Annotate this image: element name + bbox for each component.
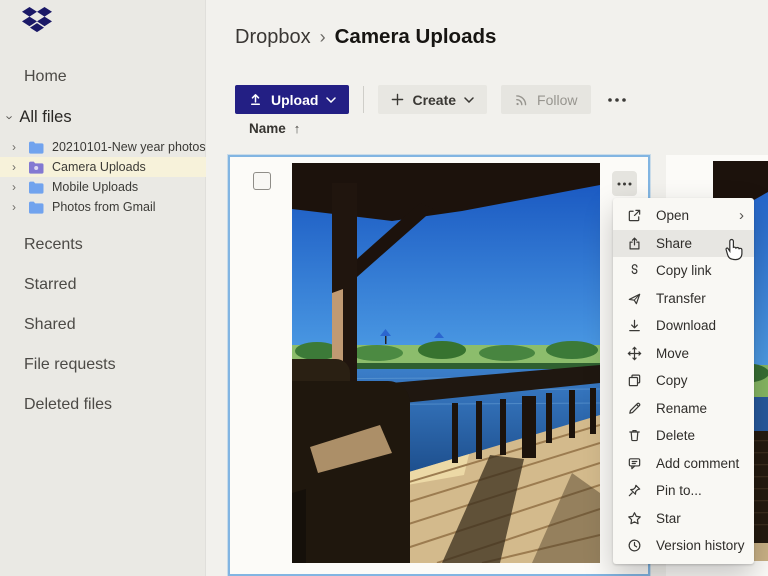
menu-item-copy-link[interactable]: Copy link	[613, 257, 754, 285]
menu-item-move[interactable]: Move	[613, 340, 754, 368]
photo-thumbnail-lake-deck[interactable]	[292, 163, 600, 563]
move-icon	[627, 345, 643, 361]
star-icon	[627, 510, 643, 526]
all-files-label: All files	[19, 108, 72, 126]
upload-icon	[248, 92, 263, 107]
chevron-down-icon	[326, 96, 337, 103]
main-content: Dropbox › Camera Uploads Upload Create F…	[206, 0, 768, 576]
pin-icon	[627, 483, 643, 499]
chevron-right-icon: ›	[12, 140, 16, 154]
chevron-right-icon: ›	[12, 200, 16, 214]
sidebar-item-all-files[interactable]: › All files	[3, 108, 72, 127]
sidebar-item-deleted-files[interactable]: Deleted files	[24, 396, 112, 414]
folder-label: Mobile Uploads	[52, 180, 139, 194]
tile-more-button[interactable]	[612, 171, 637, 196]
open-icon	[627, 208, 643, 224]
dropbox-logo-icon[interactable]	[22, 7, 52, 33]
breadcrumb-root[interactable]: Dropbox	[235, 26, 311, 49]
folder-icon	[28, 181, 44, 194]
menu-item-open[interactable]: Open ›	[613, 202, 754, 230]
upload-button[interactable]: Upload	[235, 85, 350, 114]
download-icon	[627, 318, 643, 334]
folder-label: 20210101-New year photos	[52, 140, 206, 154]
plus-icon	[391, 93, 404, 106]
sidebar-folder-camera-uploads[interactable]: › Camera Uploads	[0, 157, 206, 177]
toolbar: Upload Create Follow	[235, 85, 631, 114]
toolbar-divider	[363, 86, 365, 113]
menu-item-pin-to[interactable]: Pin to...	[613, 477, 754, 505]
folder-icon	[28, 141, 44, 154]
menu-item-add-comment[interactable]: Add comment	[613, 450, 754, 478]
menu-item-download[interactable]: Download	[613, 312, 754, 340]
chevron-down-icon: ›	[2, 115, 18, 120]
dropbox-files-page: { "icons": { "chevron_right": "›", "chev…	[0, 0, 768, 576]
upload-label: Upload	[271, 91, 319, 108]
menu-item-version-history[interactable]: Version history	[613, 532, 754, 560]
sidebar-folder-photos-from-gmail[interactable]: › Photos from Gmail	[0, 197, 206, 217]
follow-label: Follow	[537, 91, 578, 108]
share-icon	[627, 235, 643, 251]
copy-icon	[627, 373, 643, 389]
more-icon	[617, 182, 632, 185]
menu-item-delete[interactable]: Delete	[613, 422, 754, 450]
context-menu: Open › Share Copy link Transfer Download…	[613, 198, 754, 564]
sidebar: Home › All files › 20210101-New year pho…	[0, 0, 206, 576]
menu-item-share[interactable]: Share	[613, 229, 754, 257]
sidebar-item-home[interactable]: Home	[24, 68, 67, 86]
create-label: Create	[412, 91, 457, 108]
folder-label: Photos from Gmail	[52, 200, 156, 214]
breadcrumb: Dropbox › Camera Uploads	[235, 25, 496, 49]
menu-item-copy[interactable]: Copy	[613, 367, 754, 395]
sidebar-folder-new-year-photos[interactable]: › 20210101-New year photos	[0, 137, 206, 157]
chevron-right-icon: ›	[12, 180, 16, 194]
follow-button[interactable]: Follow	[501, 85, 591, 114]
folder-icon	[28, 201, 44, 214]
sidebar-item-shared[interactable]: Shared	[24, 316, 76, 334]
add-comment-icon	[627, 455, 643, 471]
photo-tile-selected[interactable]	[228, 155, 650, 576]
breadcrumb-separator-icon: ›	[319, 27, 326, 47]
camera-uploads-folder-icon	[28, 161, 44, 174]
sidebar-item-recents[interactable]: Recents	[24, 236, 83, 254]
create-button[interactable]: Create	[378, 85, 488, 114]
version-history-icon	[627, 538, 643, 554]
sidebar-folder-mobile-uploads[interactable]: › Mobile Uploads	[0, 177, 206, 197]
sidebar-item-starred[interactable]: Starred	[24, 276, 76, 294]
sort-by-name-header[interactable]: Name ↑	[249, 121, 300, 136]
folder-label: Camera Uploads	[52, 160, 146, 174]
tile-checkbox[interactable]	[253, 172, 271, 190]
transfer-icon	[627, 290, 643, 306]
toolbar-more-icon[interactable]	[603, 91, 631, 109]
name-column-label: Name	[249, 121, 286, 136]
submenu-chevron-icon: ›	[739, 207, 744, 225]
feed-icon	[514, 92, 529, 107]
delete-icon	[627, 428, 643, 444]
menu-item-transfer[interactable]: Transfer	[613, 285, 754, 313]
menu-item-rename[interactable]: Rename	[613, 395, 754, 423]
rename-icon	[627, 400, 643, 416]
sidebar-item-file-requests[interactable]: File requests	[24, 356, 116, 374]
chevron-right-icon: ›	[12, 160, 16, 174]
chevron-down-icon	[464, 96, 474, 103]
sort-ascending-icon: ↑	[293, 121, 301, 136]
page-title: Camera Uploads	[334, 25, 497, 48]
menu-item-star[interactable]: Star	[613, 505, 754, 533]
copy-link-icon	[627, 263, 643, 279]
